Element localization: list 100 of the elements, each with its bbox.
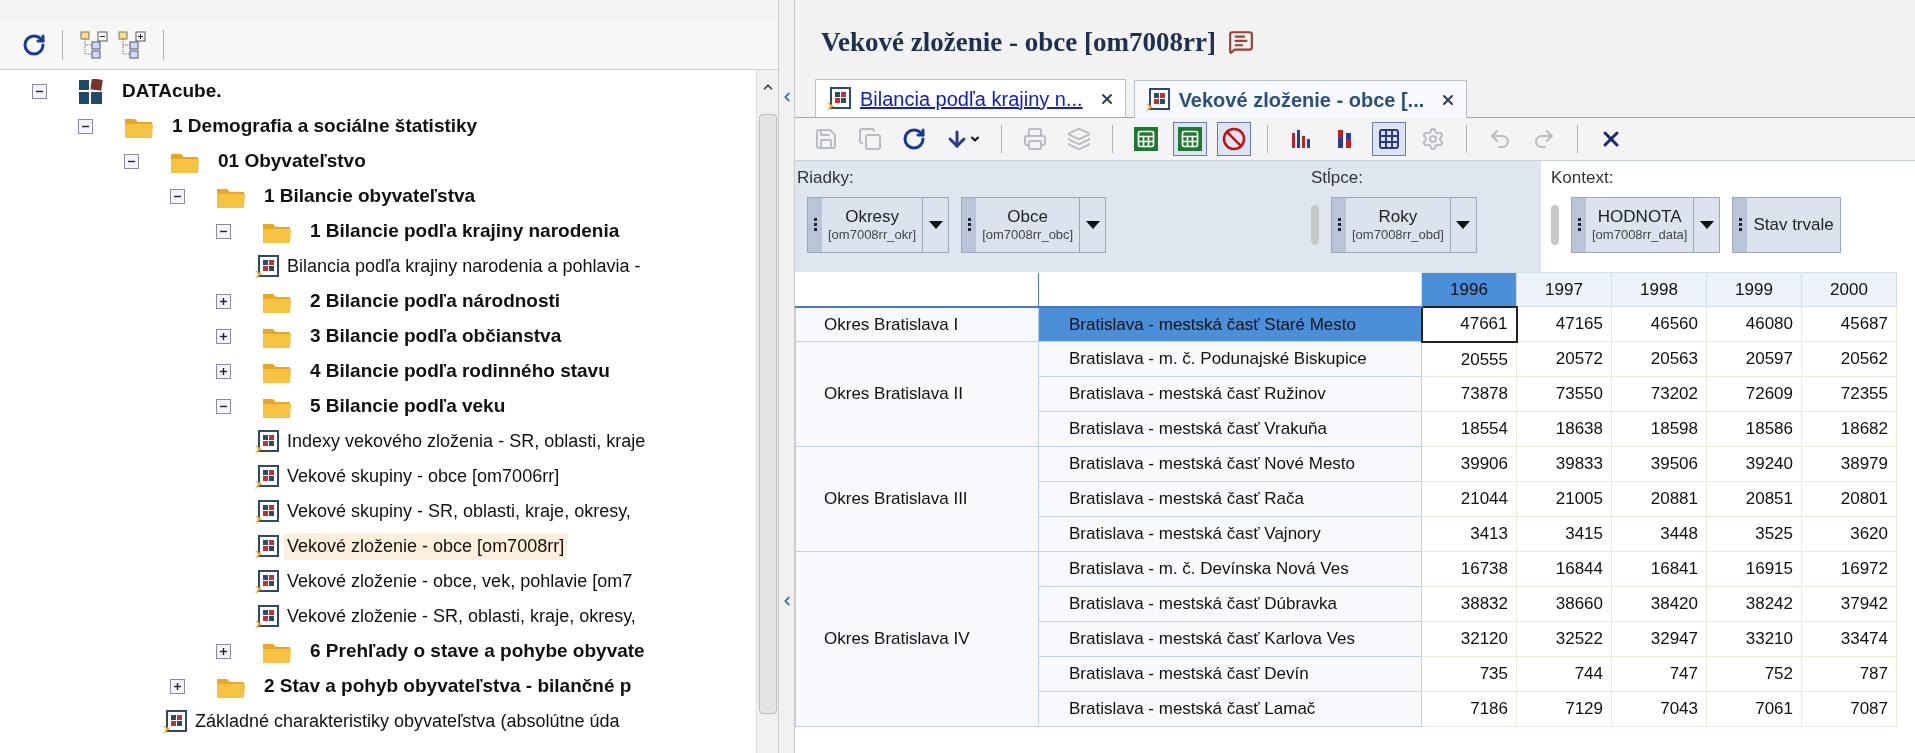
collapse-icon[interactable]	[216, 224, 231, 239]
value-cell: 47661	[1421, 306, 1517, 342]
bar-chart-icon	[1289, 127, 1313, 151]
value-cell: 20597	[1706, 341, 1802, 377]
collapse-icon[interactable]	[78, 119, 93, 134]
report-tree-item[interactable]: Vekové skupiny - SR, oblasti, kraje, okresy,	[284, 498, 634, 525]
report-icon	[254, 253, 280, 280]
collapse-icon[interactable]	[170, 189, 185, 204]
district-cell: Okres Bratislava I	[795, 306, 1039, 342]
report-tree-item[interactable]: Vekové zloženie - obce [om7008rr]	[284, 533, 568, 560]
municipality-cell[interactable]: Bratislava - mestská časť Ružinov	[1038, 376, 1422, 412]
folder-tree-item[interactable]: 2 Bilancie podľa národnosti	[310, 287, 561, 316]
field-chip[interactable]: Obce [om7008rr_obc]	[961, 196, 1107, 253]
value-cell: 16915	[1706, 551, 1802, 587]
report-tree-item[interactable]: Indexy vekového zloženia - SR, oblasti, kraje	[284, 428, 649, 455]
expand-icon[interactable]	[216, 294, 231, 309]
report-tree-item[interactable]: Vekové zloženie - SR, oblasti, kraje, okresy,	[284, 603, 639, 630]
folder-tree-item[interactable]: 2 Stav a pohyb obyvateľstva - bilančné p	[264, 672, 632, 701]
municipality-cell[interactable]: Bratislava - mestská časť Devín	[1038, 656, 1422, 692]
spreadsheet-icon	[1134, 127, 1158, 151]
municipality-cell[interactable]: Bratislava - mestská časť Rača	[1038, 481, 1422, 517]
field-chip[interactable]: Roky [om7008rr_obd]	[1331, 196, 1477, 253]
collapse-icon[interactable]	[216, 399, 231, 414]
value-cell: 7087	[1801, 691, 1897, 727]
folder-tree-item[interactable]: 1 Demografia a sociálne štatistiky	[172, 112, 478, 141]
municipality-cell[interactable]: Bratislava - m. č. Podunajské Biskupice	[1038, 341, 1422, 377]
year-header[interactable]: 1998	[1611, 272, 1707, 307]
expand-icon[interactable]	[216, 329, 231, 344]
field-chip[interactable]: Stav trvale	[1732, 196, 1841, 253]
field-code: [om7008rr_okr]	[828, 227, 917, 244]
drop-zone-handle[interactable]	[1311, 204, 1319, 245]
report-icon	[254, 498, 280, 525]
value-cell: 3448	[1611, 516, 1707, 552]
grip-icon	[1572, 197, 1586, 252]
year-header[interactable]: 2000	[1801, 272, 1897, 307]
expand-tree-icon[interactable]	[117, 29, 147, 60]
field-chip[interactable]: Okresy [om7008rr_okr]	[807, 196, 950, 253]
report-tree-item[interactable]: Základné charakteristiky obyvateľstva (absolútne úda	[192, 708, 623, 735]
root-tree-item[interactable]: DATAcube.	[122, 77, 222, 106]
value-cell: 38832	[1421, 586, 1517, 622]
folder-tree-item[interactable]: 6 Prehľady o stave a pohybe obyvate	[310, 637, 645, 666]
value-cell: 7043	[1611, 691, 1707, 727]
district-cell: Okres Bratislava III	[795, 446, 1039, 552]
toolbar-button[interactable]	[1372, 122, 1406, 156]
year-header[interactable]: 1997	[1516, 272, 1612, 307]
municipality-cell[interactable]: Bratislava - mestská časť Nové Mesto	[1038, 446, 1422, 482]
value-cell: 787	[1801, 656, 1897, 692]
district-cell: Okres Bratislava II	[795, 341, 1039, 447]
value-cell: 747	[1611, 656, 1707, 692]
chart-settings-icon	[1421, 127, 1445, 151]
report-tree-item[interactable]: Bilancia podľa krajiny narodenia a pohlavia -	[284, 253, 644, 280]
folder-tree-item[interactable]: 1 Bilancie obyvateľstva	[264, 182, 476, 211]
toolbar-button[interactable]	[1173, 122, 1207, 156]
scrollbar[interactable]	[756, 70, 778, 753]
year-header[interactable]: 1996	[1421, 272, 1517, 307]
grip-icon	[1733, 197, 1748, 252]
folder-tree-item[interactable]: 1 Bilancie podľa krajiny narodenia	[310, 217, 620, 246]
expand-icon[interactable]	[216, 644, 231, 659]
municipality-cell[interactable]: Bratislava - mestská časť Dúbravka	[1038, 586, 1422, 622]
dropdown-caret-icon	[1699, 220, 1714, 229]
value-cell: 20555	[1421, 341, 1517, 377]
collapse-icon[interactable]	[32, 84, 47, 99]
value-cell: 33210	[1706, 621, 1802, 657]
expand-icon[interactable]	[170, 679, 185, 694]
municipality-cell[interactable]: Bratislava - mestská časť Staré Mesto	[1038, 306, 1422, 342]
tab-label: Vekové zloženie - obce [...	[1178, 87, 1425, 113]
folder-tree-item[interactable]: 5 Bilancie podľa veku	[310, 392, 506, 421]
report-icon	[826, 85, 852, 112]
municipality-cell[interactable]: Bratislava - mestská časť Lamač	[1038, 691, 1422, 727]
copy-icon	[858, 127, 882, 151]
municipality-cell[interactable]: Bratislava - m. č. Devínska Nová Ves	[1038, 551, 1422, 587]
folder-tree-item[interactable]: 01 Obyvateľstvo	[218, 147, 366, 176]
report-tab[interactable]: Bilancia podľa krajiny n...	[815, 79, 1126, 117]
report-tree-item[interactable]: Vekové zloženie - obce, vek, pohlavie [om7	[284, 568, 636, 595]
report-icon	[254, 603, 280, 630]
collapse-tree-icon[interactable]	[79, 29, 109, 60]
drop-zone-handle[interactable]	[1551, 204, 1559, 245]
field-chip[interactable]: HODNOTA [om7008rr_data]	[1571, 196, 1721, 253]
field-name: HODNOTA	[1597, 205, 1682, 227]
year-header[interactable]: 1999	[1706, 272, 1802, 307]
municipality-cell[interactable]: Bratislava - mestská časť Karlova Ves	[1038, 621, 1422, 657]
folder-tree-item[interactable]: 3 Bilancie podľa občianstva	[310, 322, 562, 351]
value-cell: 16844	[1516, 551, 1612, 587]
report-icon	[1144, 86, 1171, 113]
value-cell: 73878	[1421, 376, 1517, 412]
municipality-cell[interactable]: Bratislava - mestská časť Vrakuňa	[1038, 411, 1422, 447]
collapse-icon[interactable]	[124, 154, 139, 169]
value-cell: 16841	[1611, 551, 1707, 587]
value-cell: 39240	[1706, 446, 1802, 482]
expand-icon[interactable]	[216, 364, 231, 379]
refresh-icon[interactable]	[22, 32, 46, 57]
comment-icon[interactable]	[1227, 29, 1254, 55]
municipality-cell[interactable]: Bratislava - mestská časť Vajnory	[1038, 516, 1422, 552]
value-cell: 3415	[1516, 516, 1612, 552]
folder-tree-item[interactable]: 4 Bilancie podľa rodinného stavu	[310, 357, 610, 386]
report-tree-item[interactable]: Vekové skupiny - obce [om7006rr]	[284, 463, 563, 490]
field-code: [om7008rr_obd]	[1352, 227, 1444, 244]
field-name: Stav trvale	[1753, 213, 1834, 236]
report-icon	[162, 708, 188, 735]
report-tab[interactable]: Vekové zloženie - obce [...	[1133, 80, 1468, 118]
